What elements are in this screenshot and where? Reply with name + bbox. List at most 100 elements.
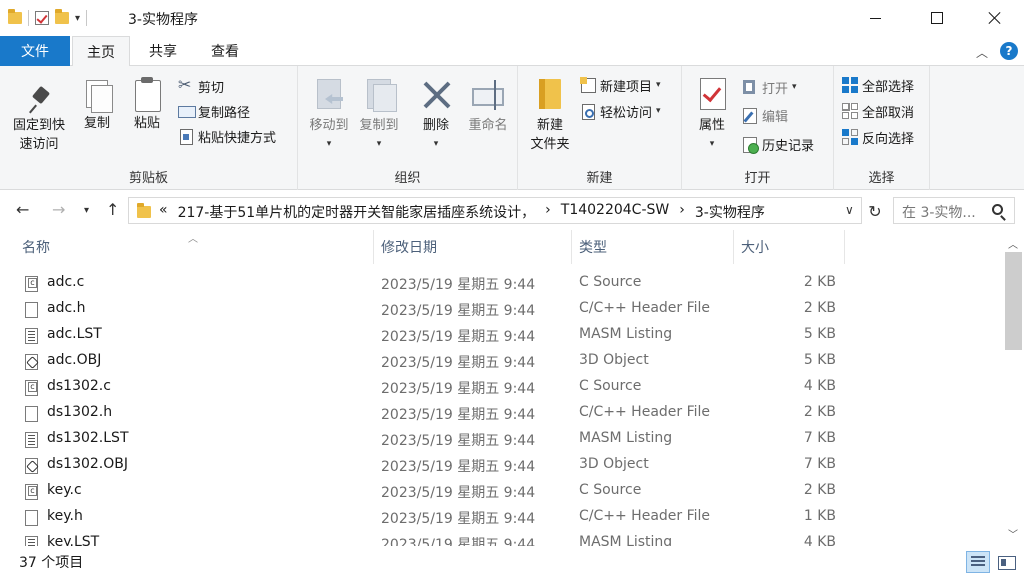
group-label-select: 选择 (868, 171, 895, 186)
breadcrumb-separator-chevron-icon[interactable]: › (545, 202, 551, 222)
open-chevron-icon: ▾ (792, 82, 797, 92)
move-to-button[interactable]: 移动到 ▾ (304, 76, 354, 154)
properties-chevron-icon: ▾ (709, 139, 715, 149)
folder-icon[interactable] (8, 9, 22, 24)
clipboard-group: 固定到快 速访问 复制 粘贴 剪切 复制路径 粘贴快捷方式 剪贴板 (0, 66, 298, 190)
edit-button[interactable]: 编辑 (742, 104, 788, 126)
refresh-icon[interactable]: ↻ (864, 198, 886, 224)
properties-button[interactable]: 属性 ▾ (690, 76, 734, 154)
new-folder-button[interactable]: 新建 文件夹 (526, 76, 574, 154)
properties-quick-icon[interactable] (35, 11, 49, 25)
copy-icon (82, 78, 113, 113)
table-row[interactable]: adc.LST 2023/5/19 星期五 9:44 MASM Listing 5 K… (0, 322, 1002, 348)
back-arrow-icon[interactable]: ← (16, 200, 29, 219)
scroll-up-chevron-icon[interactable]: ︿ (1008, 236, 1018, 251)
copy-to-chevron-icon: ▾ (376, 139, 382, 149)
new-folder-label-line1: 新建 (536, 118, 563, 133)
tab-view[interactable]: 查看 (196, 36, 254, 66)
c-source-file-icon (25, 380, 38, 396)
file-date-modified: 2023/5/19 星期五 9:44 (381, 459, 536, 475)
vertical-scrollbar[interactable]: ︿ ﹀ (1003, 230, 1024, 546)
tab-home[interactable]: 主页 (72, 36, 130, 67)
select-none-button[interactable]: 全部取消 (842, 100, 914, 122)
ribbon-tab-bar: 文件 主页 共享 查看 (0, 36, 1024, 67)
address-bar[interactable]: « 217-基于51单片机的定时器开关智能家居插座系统设计， › T140220… (128, 197, 862, 224)
table-row[interactable]: ds1302.h 2023/5/19 星期五 9:44 C/C++ Header F… (0, 400, 1002, 426)
invert-selection-button[interactable]: 反向选择 (842, 126, 914, 148)
copy-path-button[interactable]: 复制路径 (178, 100, 250, 122)
c-source-file-icon (25, 276, 38, 292)
select-all-icon (842, 77, 858, 93)
large-icons-view-icon[interactable] (994, 551, 1018, 573)
history-button[interactable]: 历史记录 (742, 133, 814, 155)
address-history-chevron-icon[interactable]: ∨ (845, 203, 854, 217)
3d-object-file-icon (25, 458, 38, 474)
open-label: 打开 (762, 81, 789, 97)
table-row[interactable]: key.h 2023/5/19 星期五 9:44 C/C++ Header File… (0, 504, 1002, 530)
breadcrumb-item[interactable]: T1402204C-SW (561, 202, 669, 222)
table-row[interactable]: ds1302.OBJ 2023/5/19 星期五 9:44 3D Object 7 K… (0, 452, 1002, 478)
cut-button[interactable]: 剪切 (178, 75, 224, 97)
scroll-down-chevron-icon[interactable]: ﹀ (1008, 526, 1018, 541)
delete-button[interactable]: 删除 ▾ (416, 78, 456, 154)
tab-file[interactable]: 文件 (0, 36, 70, 66)
collapse-ribbon-chevron-icon[interactable]: ︿ (976, 44, 988, 61)
close-button[interactable] (972, 0, 1018, 36)
maximize-button[interactable] (914, 0, 960, 36)
details-view-icon[interactable] (966, 551, 990, 573)
search-icon[interactable] (992, 204, 1003, 215)
copy-to-button[interactable]: 复制到 ▾ (354, 76, 404, 154)
breadcrumb-item[interactable]: 217-基于51单片机的定时器开关智能家居插座系统设计， (178, 202, 536, 222)
file-size: 4 KB (803, 378, 836, 394)
new-item-button[interactable]: 新建项目 ▾ (580, 74, 661, 96)
copy-button[interactable]: 复制 (78, 78, 116, 133)
column-header-type-label: 类型 (579, 240, 607, 256)
search-box[interactable]: 在 3-实物... (893, 197, 1015, 224)
paste-shortcut-icon (178, 128, 194, 145)
minimize-button[interactable] (852, 0, 898, 36)
move-to-label: 移动到 (309, 118, 349, 133)
listing-file-icon (25, 536, 38, 546)
paste-shortcut-button[interactable]: 粘贴快捷方式 (178, 125, 276, 147)
new-folder-quick-icon[interactable] (55, 9, 69, 24)
3d-object-file-icon (25, 354, 38, 370)
easy-access-button[interactable]: 轻松访问 ▾ (580, 100, 661, 122)
customize-toolbar-chevron-icon[interactable]: ▾ (75, 13, 80, 24)
select-all-button[interactable]: 全部选择 (842, 74, 914, 96)
table-row[interactable]: key.c 2023/5/19 星期五 9:44 C Source 2 KB (0, 478, 1002, 504)
group-label-clipboard: 剪贴板 (128, 171, 168, 186)
up-arrow-icon[interactable]: ↑ (106, 200, 119, 219)
column-header-type[interactable]: 类型 (573, 230, 734, 264)
column-header-date[interactable]: 修改日期 (375, 230, 572, 264)
scrollbar-thumb[interactable] (1005, 252, 1022, 350)
file-type: C Source (579, 274, 642, 290)
table-row[interactable]: ds1302.c 2023/5/19 星期五 9:44 C Source 4 KB (0, 374, 1002, 400)
c-source-file-icon (25, 484, 38, 500)
table-row[interactable]: ds1302.LST 2023/5/19 星期五 9:44 MASM Listing… (0, 426, 1002, 452)
group-label-organize: 组织 (394, 171, 421, 186)
forward-arrow-icon[interactable]: → (52, 200, 65, 219)
paste-label: 粘贴 (133, 116, 160, 131)
rename-button[interactable]: 重命名 (460, 78, 516, 135)
column-header-size[interactable]: 大小 (735, 230, 845, 264)
column-header-size-label: 大小 (741, 240, 769, 256)
new-folder-label-line2: 文件夹 (530, 137, 570, 152)
pin-to-quick-access-button[interactable]: 固定到快 速访问 (6, 84, 72, 154)
table-row[interactable]: adc.c 2023/5/19 星期五 9:44 C Source 2 KB (0, 270, 1002, 296)
table-row[interactable]: key.LST 2023/5/19 星期五 9:44 MASM Listing 4 K… (0, 530, 1002, 546)
recent-locations-chevron-icon[interactable]: ▾ (84, 205, 89, 216)
tab-share[interactable]: 共享 (136, 36, 190, 66)
file-date-modified: 2023/5/19 星期五 9:44 (381, 303, 536, 319)
breadcrumb-item-current[interactable]: 3-实物程序 (695, 202, 765, 222)
help-icon[interactable]: ? (1000, 42, 1018, 60)
breadcrumb-overflow[interactable]: « (159, 202, 168, 222)
table-row[interactable]: adc.OBJ 2023/5/19 星期五 9:44 3D Object 5 KB (0, 348, 1002, 374)
copy-to-label: 复制到 (359, 118, 399, 133)
table-row[interactable]: adc.h 2023/5/19 星期五 9:44 C/C++ Header File… (0, 296, 1002, 322)
open-button[interactable]: 打开 ▾ (742, 76, 797, 98)
paste-button[interactable]: 粘贴 (128, 76, 166, 133)
file-type: C/C++ Header File (579, 508, 711, 524)
file-date-modified: 2023/5/19 星期五 9:44 (381, 485, 536, 501)
breadcrumb-separator-chevron-icon[interactable]: › (679, 202, 685, 222)
status-bar: 37 个项目 (0, 546, 1024, 576)
